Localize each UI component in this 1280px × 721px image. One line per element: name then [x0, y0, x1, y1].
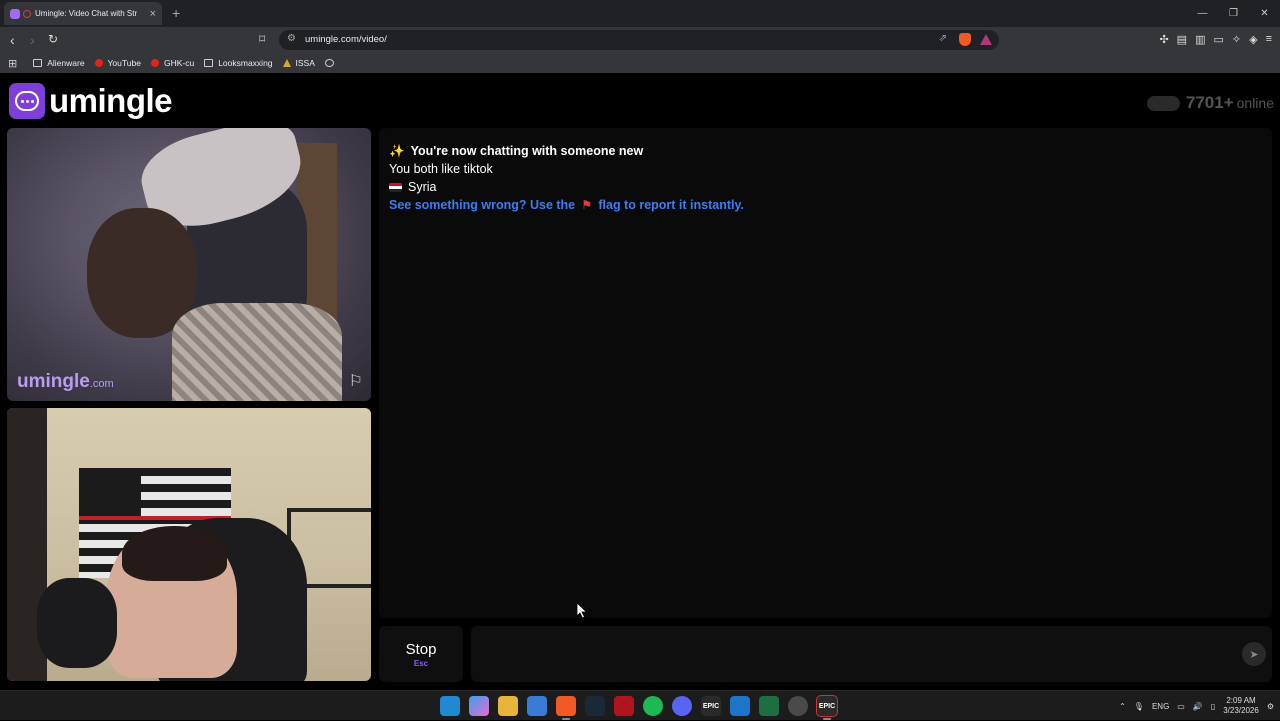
spotify-icon[interactable]	[643, 696, 663, 716]
chat-message: You both like tiktok	[389, 162, 493, 176]
site-info-icon[interactable]: ⚙	[287, 33, 296, 44]
recording-indicator-icon	[23, 9, 31, 18]
apps-grid-icon[interactable]: ⊞	[8, 57, 17, 70]
leo-ai-icon[interactable]: ✧	[1232, 33, 1241, 46]
bookmark-youtube[interactable]: YouTube	[94, 58, 141, 68]
reading-list-icon[interactable]: ▤	[1177, 33, 1187, 46]
bookmark-page-icon[interactable]: ⌑	[259, 32, 265, 46]
red-flag-icon: ⚑	[581, 198, 593, 212]
address-bar[interactable]: ⚙ umingle.com/video/ ⇗	[279, 30, 999, 50]
file-explorer-icon[interactable]	[498, 696, 518, 716]
url-text[interactable]: umingle.com/video/	[305, 34, 387, 45]
tab-close-icon[interactable]: ×	[150, 8, 156, 20]
forward-arrow-icon[interactable]: ›	[30, 32, 35, 48]
clock-time: 2:09 AM	[1226, 696, 1256, 705]
vpn-icon[interactable]: ◈	[1249, 33, 1257, 46]
online-counter: 7701+ online	[1146, 93, 1274, 113]
message-input[interactable]	[471, 626, 1272, 682]
browser-tab[interactable]: Umingle: Video Chat with Str ×	[4, 2, 162, 25]
excel-icon[interactable]	[759, 696, 779, 716]
syria-flag-icon	[389, 183, 402, 192]
chat-message: Syria	[389, 178, 1262, 196]
report-flag-icon[interactable]: ⚐	[349, 371, 363, 391]
reload-icon[interactable]: ↻	[48, 32, 58, 46]
chat-panel: ✨ You're now chatting with someone new Yo…	[379, 128, 1272, 618]
umingle-watermark: umingle.com	[17, 371, 114, 392]
self-video	[7, 408, 371, 681]
taskbar-apps: EPIC EPIC	[440, 695, 838, 720]
brave-icon[interactable]	[556, 696, 576, 720]
windows-taskbar: EPIC EPIC ⌃ 🎙 ENG ▭ 🔊 ▯ 2:09 AM 3/23/202…	[0, 690, 1280, 720]
notifications-icon[interactable]: ⚙	[1267, 702, 1274, 711]
clock-date: 3/23/2026	[1223, 706, 1259, 715]
stop-label: Stop	[405, 640, 437, 658]
system-tray: ⌃ 🎙 ENG ▭ 🔊 ▯ 2:09 AM 3/23/2026 ⚙	[1119, 691, 1280, 721]
chat-bubble-logo-icon	[9, 83, 45, 119]
umingle-favicon-icon	[10, 8, 20, 19]
steam-icon[interactable]	[585, 696, 605, 716]
battery-icon[interactable]: ▯	[1211, 702, 1215, 711]
folder-icon	[204, 59, 214, 67]
discord-icon[interactable]	[672, 696, 692, 716]
network-icon[interactable]: ▭	[1177, 702, 1185, 711]
online-count: 7701+	[1185, 93, 1234, 112]
bookmarks-bar: ⊞ Alienware YouTube GHK-cu Looksmaxxing …	[0, 53, 1280, 73]
stranger-video: umingle.com ⚐	[7, 128, 371, 401]
extension-icons: ✣ ▤ ▥ ▭ ✧ ◈ ≡	[1159, 33, 1272, 46]
edge-icon[interactable]	[730, 696, 750, 716]
chevron-up-icon[interactable]: ⌃	[1119, 702, 1126, 711]
share-icon[interactable]: ⇗	[939, 33, 947, 44]
bookmark-ghk-cu[interactable]: GHK-cu	[150, 58, 194, 68]
stop-button[interactable]: Stop Esc	[379, 626, 463, 682]
clock[interactable]: 2:09 AM 3/23/2026	[1223, 696, 1259, 716]
store-icon[interactable]	[527, 696, 547, 716]
site-logo[interactable]: umingle	[9, 82, 173, 120]
report-hint-link[interactable]: See something wrong? Use the ⚑ flag to rep…	[389, 196, 1262, 214]
brave-rewards-icon[interactable]	[980, 34, 992, 45]
online-label: online	[1236, 95, 1274, 111]
stop-shortcut: Esc	[413, 658, 429, 668]
back-arrow-icon[interactable]: ‹	[10, 32, 15, 48]
menu-icon[interactable]: ≡	[1266, 33, 1272, 46]
sidebar-icon[interactable]: ▥	[1195, 33, 1205, 46]
logo-text: umingle	[49, 82, 173, 119]
issa-icon	[282, 59, 291, 67]
wallet-icon[interactable]: ▭	[1213, 33, 1223, 46]
minimize-button[interactable]: —	[1187, 0, 1218, 27]
bookmark-looksmaxxing[interactable]: Looksmaxxing	[204, 58, 273, 68]
sparkles-icon: ✨	[389, 144, 405, 158]
chrome-icon[interactable]	[788, 696, 808, 716]
volume-icon[interactable]: 🔊	[1193, 702, 1203, 711]
bookmark-issa[interactable]: ISSA	[282, 58, 315, 68]
extensions-icon[interactable]: ✣	[1159, 33, 1168, 46]
chat-message: ✨ You're now chatting with someone new	[389, 144, 644, 158]
epic-games-icon[interactable]: EPIC	[701, 696, 721, 716]
language-indicator[interactable]: ENG	[1152, 702, 1169, 711]
tab-title: Umingle: Video Chat with Str	[35, 9, 138, 18]
umingle-page: umingle 7701+ online umingle.com ⚐ ✨ You'…	[0, 73, 1280, 690]
app-red-icon[interactable]	[614, 696, 634, 716]
restore-button[interactable]: ❐	[1218, 0, 1249, 27]
folder-icon	[33, 59, 43, 67]
copilot-icon[interactable]	[469, 696, 489, 716]
close-window-button[interactable]: ✕	[1249, 0, 1280, 27]
online-toggle	[1146, 95, 1180, 111]
bookmark-alienware[interactable]: Alienware	[33, 58, 85, 68]
windows-start-icon[interactable]	[440, 696, 460, 716]
browser-tab-bar: Umingle: Video Chat with Str × + — ❐ ✕	[0, 0, 1280, 27]
youtube-icon	[150, 59, 159, 67]
new-tab-button[interactable]: +	[172, 5, 180, 21]
youtube-icon	[94, 59, 103, 67]
window-controls: — ❐ ✕	[1187, 0, 1280, 27]
bookmark-globe[interactable]	[324, 59, 339, 67]
chat-controls: Stop Esc ➤	[379, 626, 1272, 682]
brave-shields-icon[interactable]	[959, 33, 971, 46]
send-arrow-icon: ➤	[1249, 648, 1259, 661]
microphone-icon[interactable]: 🎙	[1134, 702, 1144, 711]
send-button[interactable]: ➤	[1242, 642, 1266, 666]
globe-icon	[324, 59, 334, 67]
browser-toolbar: ‹ › ↻ ⌑ ⚙ umingle.com/video/ ⇗ ✣ ▤ ▥ ▭ ✧…	[0, 27, 1280, 53]
epic-games-active-icon[interactable]: EPIC	[816, 695, 838, 720]
